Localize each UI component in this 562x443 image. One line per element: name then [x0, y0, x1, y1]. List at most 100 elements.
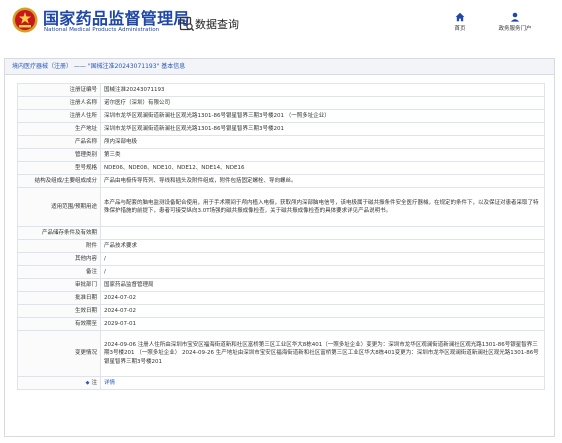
field-label-text: 产品储存条件及有效期 [41, 229, 97, 236]
field-value-text: 深圳市龙华区观澜街道新澜社区观光路1301-86号银星智界三期3号楼201 [104, 125, 284, 132]
field-value: 国家药品监督管理局 [100, 278, 545, 292]
field-value-text: 2029-07-01 [104, 320, 136, 327]
field-value: 诺尔医疗（深圳）有限公司 [100, 96, 545, 110]
field-label: 其他内容 [17, 252, 101, 266]
field-label: 有效期至 [17, 317, 101, 331]
field-label: 注册人住所 [17, 109, 101, 123]
field-label-text: 审批部门 [74, 281, 97, 288]
field-label: 附件 [17, 239, 101, 253]
field-value-text: / [104, 255, 106, 262]
field-value-text: 产品技术要求 [104, 242, 138, 249]
brand-title: 国家药品监督管理局 [43, 9, 190, 28]
field-value [100, 226, 545, 240]
field-value: 第三类 [100, 148, 545, 162]
table-row: 注册证编号 国械注准20243071193 [17, 83, 545, 97]
note-mark-icon: ◆ [85, 379, 90, 386]
field-value-text: NDE06、NDE08、NDE10、NDE12、NDE14、NDE16 [104, 164, 245, 171]
table-row: 附件 产品技术要求 [17, 239, 545, 253]
nav-home-label: 首页 [454, 26, 466, 32]
home-icon [455, 12, 465, 22]
table-row: 生效日期 2024-07-02 [17, 304, 545, 318]
search-document-icon [179, 16, 195, 32]
panel-title: 境内医疗器械（注册） —— "国械注准20243071193" 基本信息 [5, 59, 554, 75]
user-icon [510, 12, 520, 22]
table-row: 型号规格 NDE06、NDE08、NDE10、NDE12、NDE14、NDE16 [17, 161, 545, 175]
field-label-text: 生产地址 [74, 125, 97, 132]
field-value-text: 颅内深部电极 [104, 138, 138, 145]
field-label-text: 型号规格 [74, 164, 97, 171]
nmpa-emblem-icon [12, 7, 38, 33]
table-row: ◆ 注详情 [17, 376, 545, 390]
field-value-text: 国家药品监督管理局 [104, 281, 154, 288]
field-label: 产品名称 [17, 135, 101, 149]
field-value-text: 第三类 [104, 151, 121, 158]
field-value-text: 深圳市龙华区观澜街道新澜社区观光路1301-86号银星智界三期3号楼201 （一… [104, 112, 330, 119]
field-value: 2029-07-01 [100, 317, 545, 331]
field-value-text: 2024-07-02 [104, 307, 136, 314]
field-value: 本产品与配套的脑电监测设备配合使用，用于手术期间于颅内植入电极，获取颅内深部脑电… [100, 187, 545, 227]
field-value: 深圳市龙华区观澜街道新澜社区观光路1301-86号银星智界三期3号楼201 [100, 122, 545, 136]
field-value-text: / [104, 268, 106, 275]
field-label-text: 适用范围/预期用途 [51, 203, 97, 210]
table-row: 备注 / [17, 265, 545, 279]
detail-panel: 境内医疗器械（注册） —— "国械注准20243071193" 基本信息 注册证… [4, 58, 555, 437]
nav-home[interactable]: 首页 [440, 12, 480, 32]
field-label: 注册人名称 [17, 96, 101, 110]
field-label-text: 管理类别 [74, 151, 97, 158]
field-value-text: 2024-09-06 注册人住所由深圳市宝安区福海街道新和社区富桥第三区工业区华… [104, 341, 539, 365]
field-value: NDE06、NDE08、NDE10、NDE12、NDE14、NDE16 [100, 161, 545, 175]
table-row: 有效期至 2029-07-01 [17, 317, 545, 331]
field-label-text: 产品名称 [74, 138, 97, 145]
field-value: 国械注准20243071193 [100, 83, 545, 97]
brand-subtitle: National Medical Products Administration [44, 27, 160, 33]
field-value: / [100, 252, 545, 266]
field-value-text: 产品由电极传导阵列、导线和插头及附件组成，附件包括固定螺栓、导向螺丝。 [104, 177, 297, 184]
field-label-text: 生效日期 [74, 307, 97, 314]
field-label: 结构及组成/主要组成成分 [17, 174, 101, 188]
field-value-text: 国械注准20243071193 [104, 86, 165, 93]
field-value-text: 本产品与配套的脑电监测设备配合使用，用于手术期间于颅内植入电极，获取颅内深部脑电… [104, 199, 539, 215]
field-label-text: 结构及组成/主要组成成分 [34, 177, 97, 184]
field-label: 批准日期 [17, 291, 101, 305]
field-value: 产品技术要求 [100, 239, 545, 253]
field-label: 备注 [17, 265, 101, 279]
field-value: 颅内深部电极 [100, 135, 545, 149]
field-value: 详情 [100, 376, 545, 390]
field-label-text: 注册人名称 [69, 99, 97, 106]
field-value-text: 诺尔医疗（深圳）有限公司 [104, 99, 171, 106]
table-row: 批准日期 2024-07-02 [17, 291, 545, 305]
field-label-text: 变更情况 [74, 350, 97, 357]
field-label-text: 附件 [85, 242, 97, 249]
nav-portal-label: 政务服务门户 [498, 26, 532, 32]
field-label: 审批部门 [17, 278, 101, 292]
field-label-text: 注册人住所 [69, 112, 97, 119]
data-query-label: 数据查询 [195, 18, 239, 31]
field-value: 深圳市龙华区观澜街道新澜社区观光路1301-86号银星智界三期3号楼201 （一… [100, 109, 545, 123]
table-row: 适用范围/预期用途 本产品与配套的脑电监测设备配合使用，用于手术期间于颅内植入电极… [17, 187, 545, 227]
field-label-text: 注 [91, 379, 97, 386]
site-header: 国家药品监督管理局 National Medical Products Admi… [0, 0, 562, 50]
field-label-text: 备注 [85, 268, 97, 275]
field-label: 型号规格 [17, 161, 101, 175]
table-row: 变更情况 2024-09-06 注册人住所由深圳市宝安区福海街道新和社区富桥第三区… [17, 330, 545, 377]
table-row: 结构及组成/主要组成成分 产品由电极传导阵列、导线和插头及附件组成，附件包括固定螺… [17, 174, 545, 188]
field-value: 2024-07-02 [100, 304, 545, 318]
details-link[interactable]: 详情 [104, 380, 115, 386]
field-label: 产品储存条件及有效期 [17, 226, 101, 240]
field-label: 生产地址 [17, 122, 101, 136]
nav-service-portal[interactable]: 政务服务门户 [490, 12, 540, 32]
field-label: 变更情况 [17, 330, 101, 377]
table-row: 生产地址 深圳市龙华区观澜街道新澜社区观光路1301-86号银星智界三期3号楼20… [17, 122, 545, 136]
registration-detail-table: 注册证编号 国械注准20243071193 注册人名称 诺尔医疗（深圳）有限公司 注册人… [17, 83, 545, 390]
table-row: 其他内容 / [17, 252, 545, 266]
field-label-text: 批准日期 [74, 294, 97, 301]
field-value: / [100, 265, 545, 279]
table-row: 注册人住所 深圳市龙华区观澜街道新澜社区观光路1301-86号银星智界三期3号楼2… [17, 109, 545, 123]
field-label: ◆ 注 [17, 376, 101, 390]
field-label-text: 有效期至 [74, 320, 97, 327]
field-value: 2024-09-06 注册人住所由深圳市宝安区福海街道新和社区富桥第三区工业区华… [100, 330, 545, 377]
table-row: 管理类别 第三类 [17, 148, 545, 162]
table-row: 产品名称 颅内深部电极 [17, 135, 545, 149]
field-label: 管理类别 [17, 148, 101, 162]
field-value: 2024-07-02 [100, 291, 545, 305]
